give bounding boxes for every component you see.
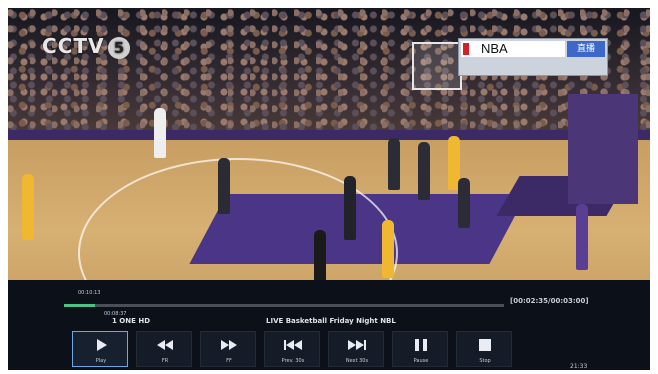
scoreboard-live-badge: 直播 [567,41,605,57]
player-figure [388,138,400,190]
program-title: LIVE Basketball Friday Night NBL [266,317,396,325]
pause-button-label: Pause [413,358,429,364]
player-figure [418,142,430,200]
player-window: CCTV 5 NBA 直播 00:10:13 00:08:37 [00:02:35… [8,8,650,370]
stop-button[interactable]: Stop [456,331,512,367]
fast-forward-button-label: FF [226,358,232,364]
scoreboard-overlay: NBA 直播 [458,38,608,76]
video-area[interactable]: CCTV 5 NBA 直播 [8,8,650,280]
next-30s-button[interactable]: Next 30s [328,331,384,367]
prev-30s-button-label: Prev. 30s [281,358,305,364]
prev-30s-button[interactable]: Prev. 30s [264,331,320,367]
scoreboard-marker [463,43,469,55]
pause-icon [415,339,427,351]
fast-rewind-icon [157,340,173,350]
stop-icon [479,339,491,351]
progress-bar[interactable] [64,304,504,307]
hoop-backboard [412,42,462,90]
player-figure [382,220,394,278]
skip-forward-icon [348,340,366,350]
court-border [8,130,650,140]
channel-logo: CCTV 5 [42,34,131,59]
channel-number-badge: 5 [108,37,131,59]
progress-fill [64,304,95,307]
play-button[interactable]: Play [72,331,128,367]
sideline-board [568,94,638,204]
control-bar: 00:10:13 00:08:37 [00:02:35/00:03:00] 1 … [8,280,650,370]
channel-name: 1 ONE HD [112,317,151,325]
fast-rewind-button[interactable]: FR [136,331,192,367]
time-range: [00:02:35/00:03:00] [510,297,589,305]
player-figure [22,174,34,240]
fast-forward-icon [221,340,237,350]
player-figure [154,108,166,158]
pause-button[interactable]: Pause [392,331,448,367]
fast-rewind-button-label: FR [161,358,169,364]
clock: 21:33 [570,363,588,370]
scoreboard-label: NBA [461,41,565,57]
stop-button-label: Stop [479,358,491,364]
play-icon [97,339,107,351]
channel-logo-text: CCTV [42,34,105,58]
player-figure [458,178,470,228]
play-button-label: Play [95,358,107,364]
player-figure [314,230,326,280]
skip-back-icon [284,340,302,350]
next-30s-button-label: Next 30s [345,358,369,364]
player-figure [344,176,356,240]
player-figure [576,204,588,270]
fast-forward-button[interactable]: FF [200,331,256,367]
player-figure [218,158,230,214]
time-elapsed: 00:10:13 [78,290,101,296]
